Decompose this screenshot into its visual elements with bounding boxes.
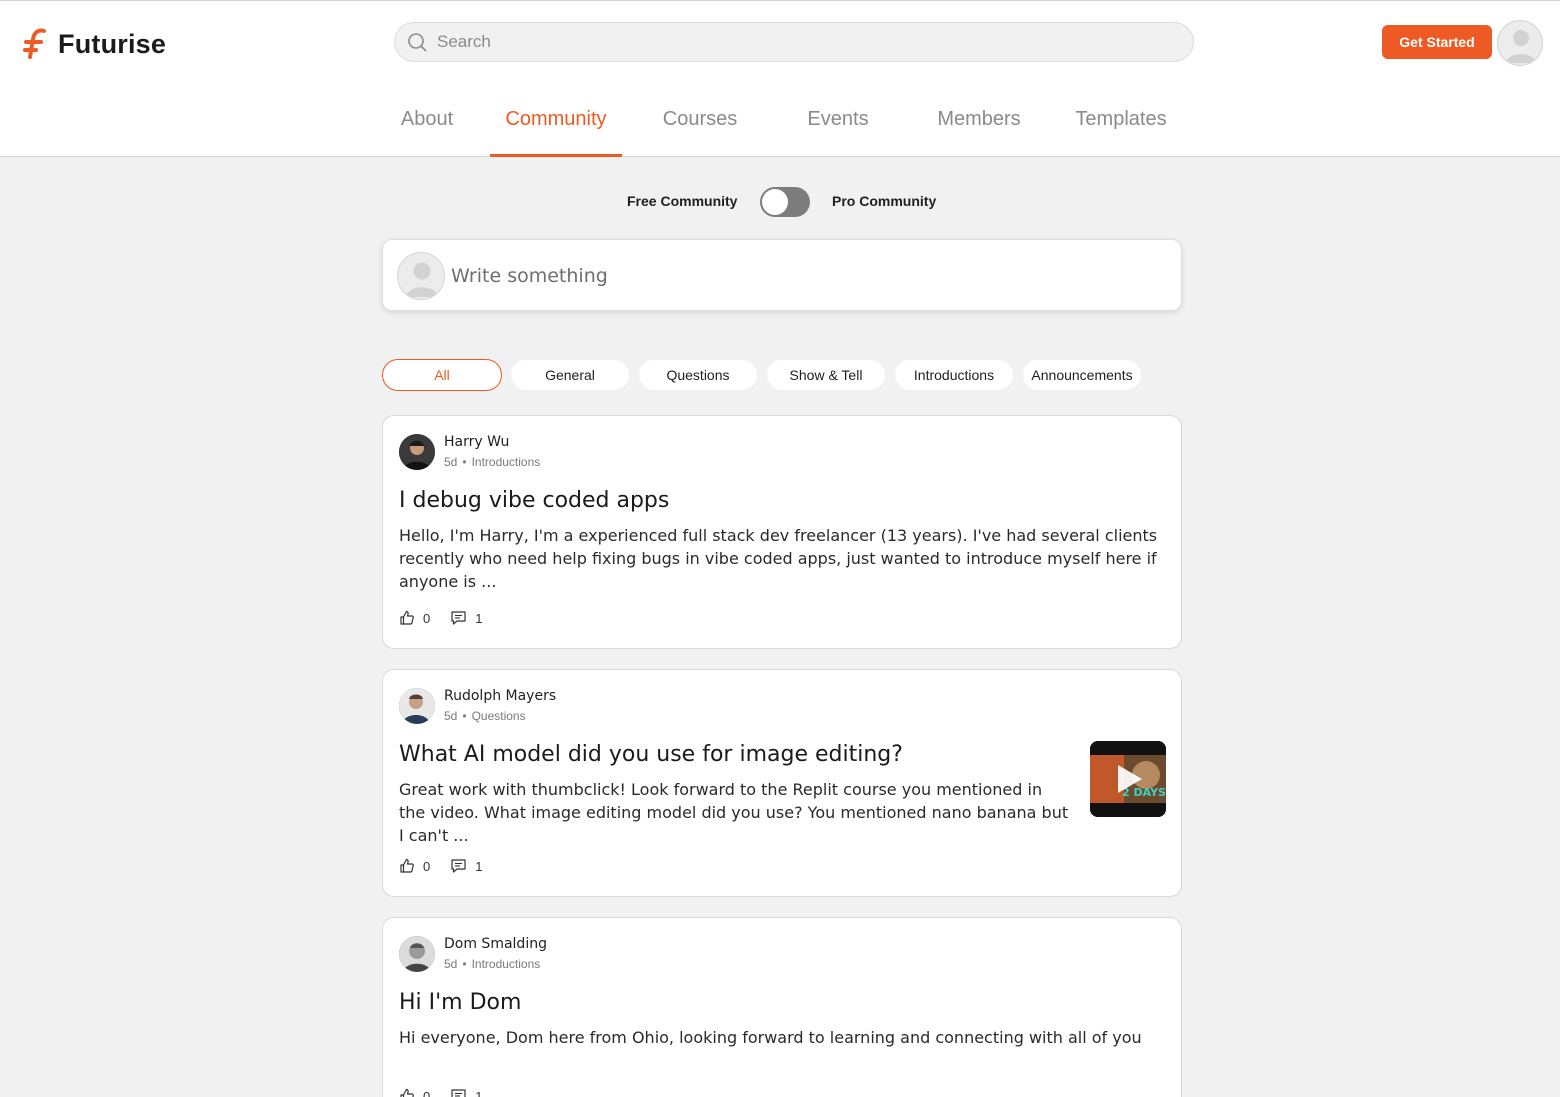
- filter-show-and-tell[interactable]: Show & Tell: [766, 359, 886, 391]
- post-category[interactable]: Questions: [472, 709, 526, 723]
- post-composer[interactable]: [382, 239, 1182, 311]
- post-card[interactable]: Dom Smalding 5d • Introductions Hi I'm D…: [382, 917, 1182, 1097]
- community-toggle-switch[interactable]: [760, 187, 810, 217]
- post-age: 5d: [444, 709, 458, 723]
- comment-count: 1: [475, 1088, 483, 1097]
- filter-announcements[interactable]: Announcements: [1022, 359, 1142, 391]
- post-title[interactable]: I debug vibe coded apps: [399, 488, 669, 513]
- author-photo-icon: [399, 434, 435, 470]
- author-photo-icon: [399, 688, 435, 724]
- post-video-thumbnail[interactable]: 2 DAYS!?: [1090, 741, 1166, 817]
- author-name[interactable]: Rudolph Mayers: [444, 688, 556, 704]
- community-toggle-row: Free Community Pro Community: [0, 185, 1560, 219]
- post-age: 5d: [444, 455, 458, 469]
- author-name[interactable]: Harry Wu: [444, 434, 509, 450]
- like-button[interactable]: 0: [399, 1088, 430, 1097]
- search-input[interactable]: [437, 32, 1137, 52]
- post-actions: 0 1: [399, 1088, 496, 1097]
- comment-button[interactable]: 1: [450, 610, 482, 626]
- thumbs-up-icon: [400, 1088, 414, 1097]
- comment-button[interactable]: 1: [450, 858, 482, 874]
- filter-questions[interactable]: Questions: [638, 359, 758, 391]
- write-something-input[interactable]: [451, 262, 1151, 290]
- author-photo-icon: [399, 936, 435, 972]
- post-category[interactable]: Introductions: [472, 957, 541, 971]
- meta-separator: •: [462, 709, 467, 723]
- post-actions: 0 1: [399, 858, 496, 874]
- toggle-knob: [762, 189, 788, 215]
- post-body: Hi everyone, Dom here from Ohio, looking…: [399, 1028, 1142, 1047]
- tab-about[interactable]: About: [388, 97, 466, 157]
- tab-courses[interactable]: Courses: [650, 97, 750, 157]
- get-started-button[interactable]: Get Started: [1382, 25, 1492, 59]
- main-tabs: About Community Courses Events Members T…: [0, 97, 1560, 158]
- like-count: 0: [423, 858, 431, 874]
- composer-avatar: [397, 252, 445, 300]
- like-count: 0: [423, 610, 431, 626]
- post-meta: 5d • Introductions: [444, 455, 540, 469]
- like-count: 0: [423, 1088, 431, 1097]
- comment-count: 1: [475, 858, 483, 874]
- free-community-label: Free Community: [627, 193, 738, 209]
- pro-community-label: Pro Community: [832, 193, 937, 209]
- filter-general[interactable]: General: [510, 359, 630, 391]
- post-card[interactable]: Harry Wu 5d • Introductions I debug vibe…: [382, 415, 1182, 649]
- tab-events[interactable]: Events: [795, 97, 881, 157]
- filter-introductions[interactable]: Introductions: [894, 359, 1014, 391]
- thumbs-up-icon: [400, 858, 414, 873]
- tab-members[interactable]: Members: [925, 97, 1033, 157]
- tab-community[interactable]: Community: [490, 97, 622, 157]
- tab-templates[interactable]: Templates: [1062, 97, 1180, 157]
- post-body: Great work with thumbclick! Look forward…: [399, 780, 1069, 845]
- post-meta: 5d • Questions: [444, 709, 526, 723]
- author-avatar[interactable]: [399, 434, 435, 470]
- post-category[interactable]: Introductions: [472, 455, 541, 469]
- search-bar[interactable]: [394, 22, 1194, 62]
- meta-separator: •: [462, 455, 467, 469]
- comment-icon: [451, 1089, 466, 1097]
- post-meta: 5d • Introductions: [444, 957, 540, 971]
- thumbs-up-icon: [400, 610, 414, 625]
- play-icon: [1118, 765, 1142, 793]
- comment-count: 1: [475, 610, 483, 626]
- like-button[interactable]: 0: [399, 610, 430, 626]
- comment-button[interactable]: 1: [450, 1088, 482, 1097]
- post-title[interactable]: What AI model did you use for image edit…: [399, 742, 903, 767]
- post-card[interactable]: Rudolph Mayers 5d • Questions What AI mo…: [382, 669, 1182, 897]
- comment-icon: [451, 859, 466, 873]
- meta-separator: •: [462, 957, 467, 971]
- user-placeholder-icon: [1506, 30, 1536, 63]
- comment-icon: [451, 611, 466, 625]
- author-avatar[interactable]: [399, 936, 435, 972]
- top-header: Futurise Get Started About Community Cou…: [0, 0, 1560, 157]
- author-avatar[interactable]: [399, 688, 435, 724]
- like-button[interactable]: 0: [399, 858, 430, 874]
- user-placeholder-icon: [406, 262, 438, 297]
- futurise-logo-icon: [23, 28, 46, 59]
- filter-all[interactable]: All: [382, 359, 502, 391]
- search-icon: [408, 33, 427, 52]
- post-title[interactable]: Hi I'm Dom: [399, 990, 521, 1015]
- author-name[interactable]: Dom Smalding: [444, 936, 547, 952]
- post-actions: 0 1: [399, 610, 496, 626]
- user-avatar[interactable]: [1497, 20, 1543, 66]
- brand-name: Futurise: [58, 28, 167, 59]
- brand-logo[interactable]: Futurise: [22, 27, 166, 61]
- post-age: 5d: [444, 957, 458, 971]
- post-body: Hello, I'm Harry, I'm a experienced full…: [399, 526, 1158, 591]
